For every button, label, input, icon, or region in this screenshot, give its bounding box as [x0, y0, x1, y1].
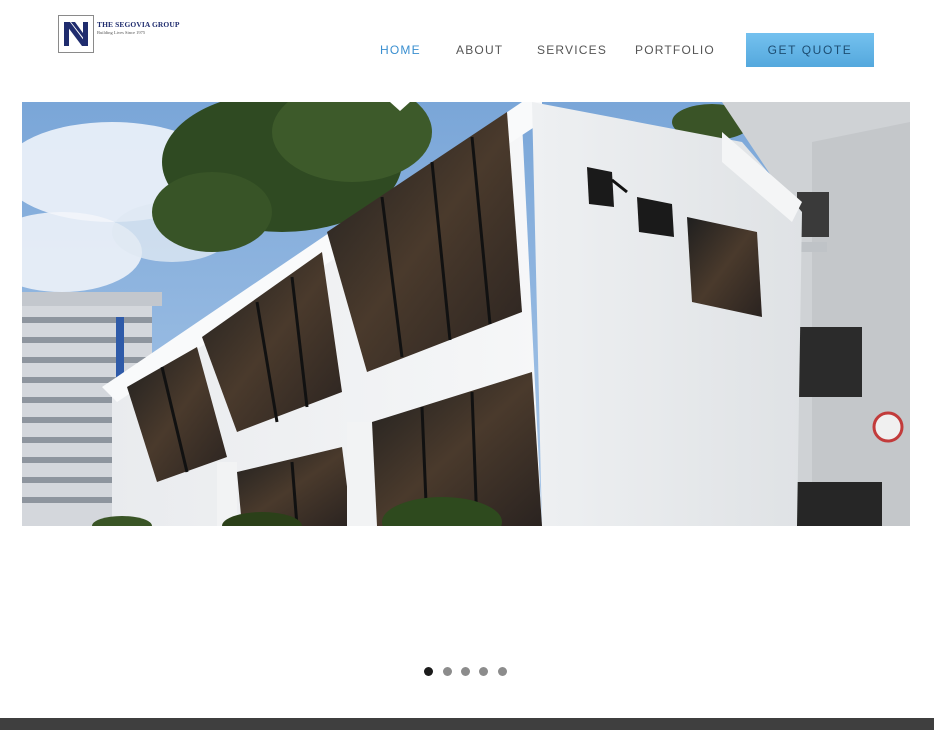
nav-item-portfolio[interactable]: PORTFOLIO	[635, 43, 715, 57]
slide-dot-1[interactable]	[424, 667, 433, 676]
logo[interactable]: THE SEGOVIA GROUP Building Lives Since 1…	[58, 15, 180, 55]
slider-pagination	[0, 667, 934, 677]
get-quote-button[interactable]: GET QUOTE	[746, 33, 874, 67]
site-header: THE SEGOVIA GROUP Building Lives Since 1…	[0, 0, 934, 102]
active-nav-indicator	[390, 102, 410, 111]
brand-tagline: Building Lives Since 1975	[97, 30, 146, 35]
logo-mark-icon	[58, 15, 94, 53]
nav-item-home[interactable]: HOME	[380, 43, 421, 57]
hero-slider[interactable]	[22, 102, 910, 526]
slide-dot-5[interactable]	[498, 667, 507, 676]
nav-item-services[interactable]: SERVICES	[537, 43, 607, 57]
nav-item-about[interactable]: ABOUT	[456, 43, 503, 57]
brand-name: THE SEGOVIA GROUP	[97, 20, 180, 29]
slide-dot-4[interactable]	[479, 667, 488, 676]
building-photo	[22, 102, 910, 526]
slide-dot-3[interactable]	[461, 667, 470, 676]
slide-dot-2[interactable]	[443, 667, 452, 676]
footer-bar	[0, 718, 934, 730]
